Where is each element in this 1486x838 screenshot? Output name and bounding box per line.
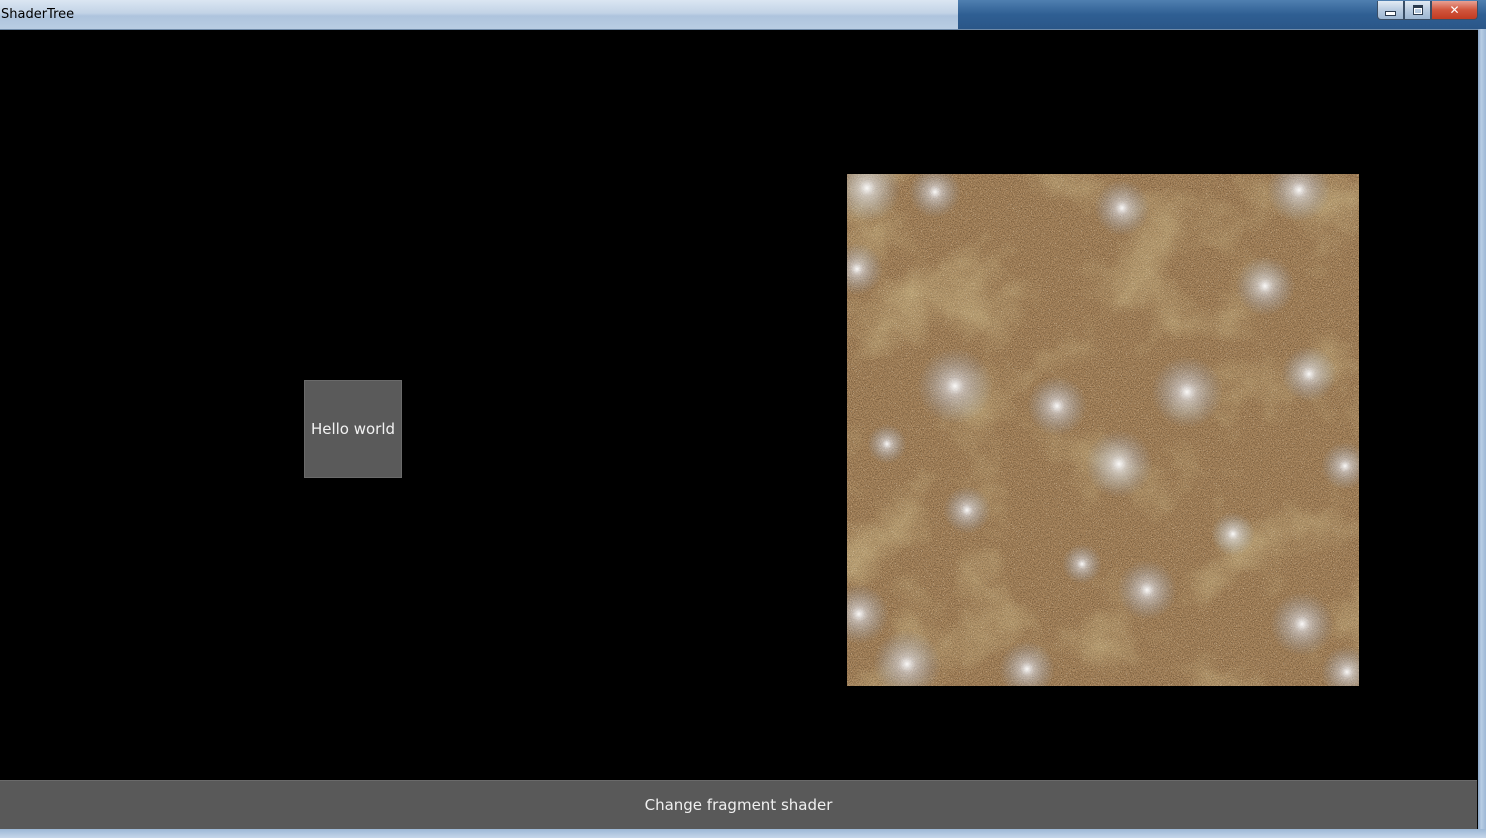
minimize-button[interactable] bbox=[1377, 1, 1404, 20]
window-frame-right[interactable] bbox=[1478, 29, 1486, 838]
change-fragment-shader-button[interactable]: Change fragment shader bbox=[0, 780, 1477, 829]
close-icon: ✕ bbox=[1449, 3, 1460, 17]
title-bar[interactable]: ShaderTree ✕ bbox=[0, 0, 1486, 30]
minimize-icon bbox=[1385, 10, 1396, 16]
window-frame-bottom[interactable] bbox=[0, 829, 1486, 838]
window-title: ShaderTree bbox=[1, 7, 75, 22]
hello-world-button[interactable]: Hello world bbox=[304, 380, 402, 478]
maximize-icon bbox=[1412, 5, 1423, 15]
shader-texture-preview bbox=[847, 174, 1359, 686]
close-button[interactable]: ✕ bbox=[1431, 1, 1478, 20]
maximize-button[interactable] bbox=[1404, 1, 1431, 20]
shadertree-window: ShaderTree ✕ Hello world Change fragment… bbox=[0, 0, 1486, 838]
render-area: Hello world Change fragment shader bbox=[0, 30, 1478, 829]
caption-buttons: ✕ bbox=[1377, 1, 1478, 20]
